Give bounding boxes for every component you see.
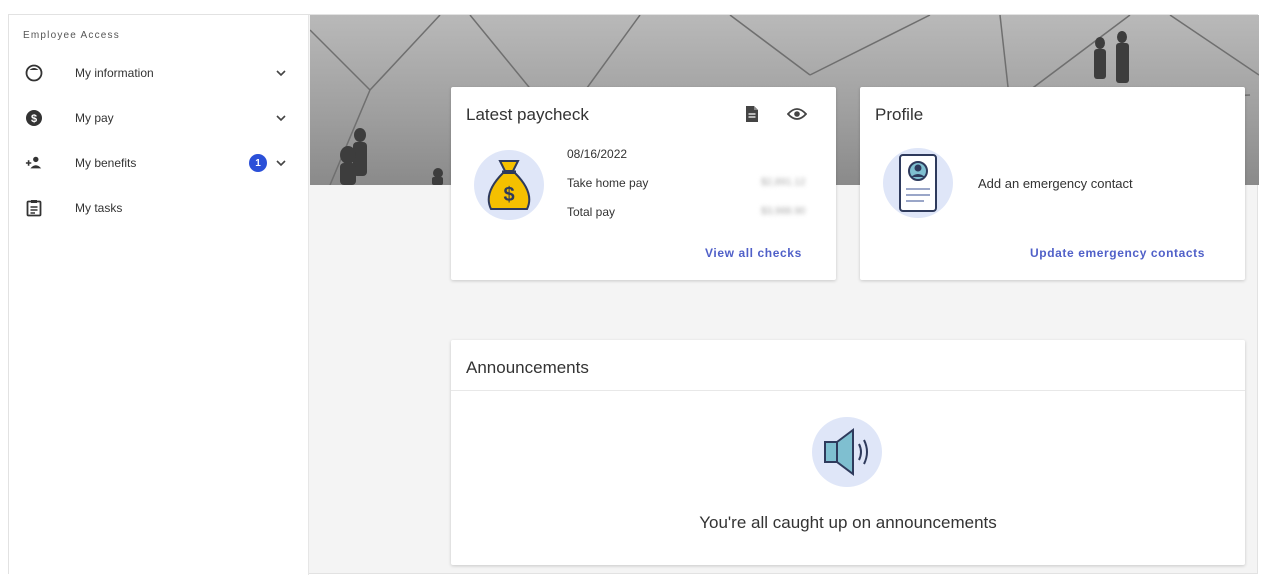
chevron-down-icon[interactable] <box>275 67 287 79</box>
latest-paycheck-card: Latest paycheck $ 08/16/2022 Take home p… <box>451 87 836 280</box>
take-home-pay-label: Take home pay <box>567 176 649 190</box>
person-circle-icon <box>25 64 43 82</box>
svg-text:$: $ <box>31 113 37 125</box>
eye-icon[interactable] <box>786 107 808 126</box>
total-pay-value: $3,988.90 <box>761 206 806 217</box>
money-bag-icon: $ <box>473 149 545 226</box>
app-frame: Employee Access My information $ My pay <box>8 14 1259 575</box>
chevron-down-icon[interactable] <box>275 157 287 169</box>
sidebar-item-my-information[interactable]: My information <box>9 53 309 93</box>
sidebar-item-label: My pay <box>75 111 114 125</box>
total-pay-label: Total pay <box>567 205 616 219</box>
chevron-down-icon[interactable] <box>275 112 287 124</box>
card-title: Profile <box>875 105 924 124</box>
megaphone-icon <box>811 416 883 493</box>
take-home-pay-value: $2,891.12 <box>761 177 806 188</box>
sidebar-item-label: My benefits <box>75 156 137 170</box>
sidebar-item-label: My information <box>75 66 154 80</box>
sidebar-item-label: My tasks <box>75 201 123 215</box>
person-add-icon <box>25 154 43 172</box>
paycheck-date: 08/16/2022 <box>567 147 628 161</box>
sidebar-item-my-tasks[interactable]: My tasks <box>9 188 309 228</box>
emergency-contact-message: Add an emergency contact <box>978 176 1133 191</box>
card-title: Announcements <box>466 358 589 377</box>
announcements-card: Announcements You're all caught up on an… <box>451 340 1245 565</box>
svg-text:$: $ <box>503 184 514 206</box>
card-title: Latest paycheck <box>466 105 589 124</box>
divider <box>451 390 1245 391</box>
announcements-empty-message: You're all caught up on announcements <box>699 513 997 532</box>
clipboard-icon <box>25 199 43 217</box>
update-emergency-contacts-link[interactable]: Update emergency contacts <box>1030 246 1205 260</box>
notification-badge: 1 <box>249 154 267 172</box>
sidebar-title: Employee Access <box>23 30 120 41</box>
sidebar-item-my-pay[interactable]: $ My pay <box>9 98 309 138</box>
view-all-checks-link[interactable]: View all checks <box>705 246 802 260</box>
profile-card: Profile Add an emergency contact Update … <box>860 87 1245 280</box>
document-icon[interactable] <box>745 105 759 128</box>
contact-card-icon <box>882 147 954 224</box>
sidebar: Employee Access My information $ My pay <box>9 15 309 575</box>
dollar-circle-icon: $ <box>25 109 43 127</box>
sidebar-item-my-benefits[interactable]: My benefits 1 <box>9 143 309 183</box>
